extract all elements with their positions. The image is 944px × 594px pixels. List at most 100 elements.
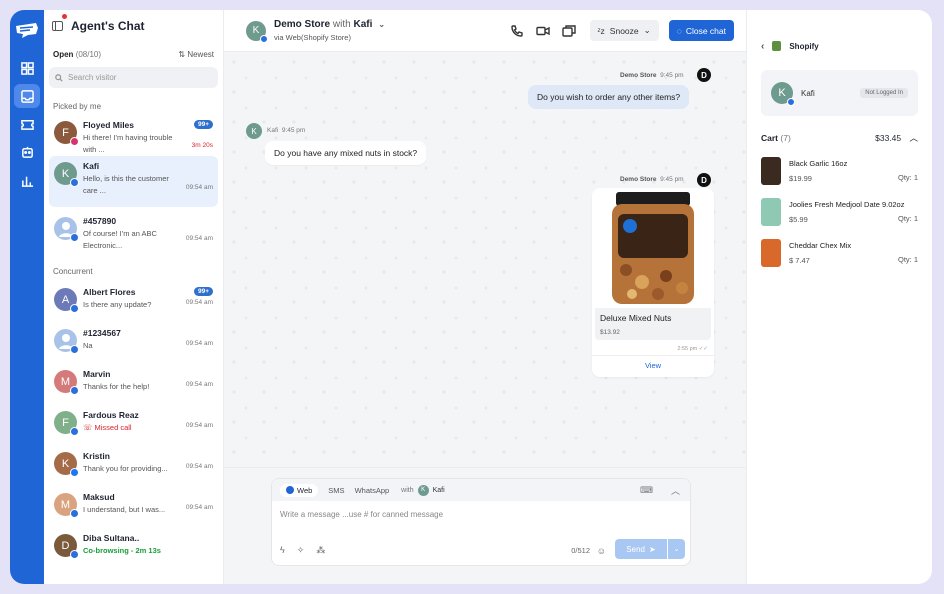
recipient: with K Kafi	[401, 484, 445, 496]
web-icon	[70, 386, 79, 395]
chat-title-block[interactable]: Demo Store with Kafi ⌄ via Web(Shopify St…	[274, 19, 385, 42]
message-composer: Web SMS WhatsApp with K Kafi ⌨ ︿ Write a m…	[271, 478, 691, 566]
product-card: Deluxe Mixed Nuts $13.92 2:55 pm ✓✓ View	[592, 188, 714, 377]
sidebar-toggle-icon[interactable]	[52, 21, 63, 31]
conversation-item-selected[interactable]: K Kafi Hello, is this the customer care …	[49, 156, 218, 207]
nav-reports-button[interactable]	[14, 168, 40, 192]
section-concurrent-label: Concurrent	[53, 267, 93, 276]
agent-avatar: D	[697, 68, 711, 82]
phone-icon	[510, 24, 523, 37]
chevron-up-icon: ︿	[909, 133, 918, 143]
web-icon	[70, 427, 79, 436]
message-input[interactable]: Write a message ...use # for canned mess…	[272, 501, 690, 528]
conversation-item[interactable]: A Albert Flores Is there any update? 99+…	[49, 282, 218, 323]
web-icon	[260, 34, 268, 43]
conversation-item[interactable]: M Maksud I understand, but I was... 09:5…	[49, 487, 218, 528]
avatar	[54, 217, 79, 242]
sparkle-icon[interactable]: ✧	[297, 545, 305, 556]
agent-avatar: D	[697, 173, 711, 187]
emoji-icon[interactable]: ☺	[597, 546, 606, 556]
web-icon	[70, 345, 79, 354]
conversation-item[interactable]: M Marvin Thanks for the help! 09:54 am	[49, 364, 218, 405]
section-picked-label: Picked by me	[53, 102, 102, 111]
send-button[interactable]: Send ➤	[615, 539, 667, 559]
avatar: D	[54, 534, 79, 559]
chat-header: K Demo Store with Kafi ⌄ via Web(Shopify …	[224, 10, 746, 52]
chevron-down-icon: ⌄	[673, 546, 680, 553]
product-thumbnail	[761, 238, 781, 267]
chevron-up-icon[interactable]: ︿	[671, 484, 680, 497]
brand-logo-icon	[16, 23, 38, 38]
avatar: K	[771, 82, 795, 106]
conversation-item[interactable]: F Fardous Reaz ☏ Missed call 09:54 am	[49, 405, 218, 446]
inbox-icon	[20, 89, 34, 103]
avatar: K	[246, 20, 268, 43]
visitor-info-panel: ‹ Shopify K Kafi Not Logged In Cart (7) …	[746, 10, 932, 584]
chat-check-icon: ◌	[676, 25, 682, 36]
unread-badge: 99+	[193, 120, 213, 129]
search-icon	[55, 73, 63, 82]
ticket-icon	[20, 119, 34, 130]
lightning-icon[interactable]: ϟ	[280, 545, 285, 556]
double-check-icon: ✓✓	[698, 346, 708, 352]
panel-header: ‹ Shopify	[761, 40, 819, 52]
windows-icon	[561, 24, 576, 37]
char-counter: 0/512	[571, 546, 590, 555]
web-icon	[70, 304, 79, 313]
snooze-button[interactable]: ᶻz Snooze ⌄	[589, 20, 659, 41]
nav-inbox-button[interactable]	[14, 84, 40, 108]
globe-icon	[286, 486, 294, 494]
cart-header[interactable]: Cart (7) $33.45 ︿	[761, 132, 918, 144]
unread-badge: 99+	[193, 287, 213, 296]
close-chat-button[interactable]: ◌ Close chat	[668, 20, 734, 41]
conversation-item[interactable]: F Floyed Miles Hi there! I'm having trou…	[49, 115, 218, 156]
web-icon	[70, 178, 79, 187]
composer-tools: ϟ ✧ ⁂	[280, 545, 325, 556]
send-options-button[interactable]: ⌄	[668, 539, 685, 559]
back-chevron-icon[interactable]: ‹	[761, 41, 764, 52]
web-icon	[787, 98, 795, 106]
avatar: K	[54, 162, 79, 187]
open-filter[interactable]: Open (08/10)	[53, 50, 101, 59]
magic-wand-icon[interactable]: ⁂	[316, 545, 325, 556]
tab-sms[interactable]: SMS	[328, 486, 344, 495]
cobrowse-button[interactable]	[561, 24, 576, 38]
nav-bot-button[interactable]	[14, 140, 40, 164]
message-meta: Demo Store 9:45 pm	[620, 176, 684, 183]
filter-row: Open (08/10) ⇅ Newest	[44, 42, 223, 63]
product-thumbnail	[761, 156, 781, 185]
phone-call-button[interactable]	[510, 24, 524, 38]
web-icon	[70, 550, 79, 559]
conversation-item[interactable]: #1234567 Na 09:54 am	[49, 323, 218, 364]
grid-icon	[20, 61, 34, 75]
message-meta: Demo Store 9:45 pm	[620, 72, 684, 79]
conversation-item[interactable]: K Kristin Thank you for providing... 09:…	[49, 446, 218, 487]
search-input[interactable]: Search visitor	[49, 67, 218, 88]
mixed-nuts-jar-icon	[612, 192, 694, 304]
cart-item: Cheddar Chex Mix $ 7.47 Qty: 1	[761, 232, 918, 273]
cart-items: Black Garlic 16oz $19.99 Qty: 1 Joolies F…	[761, 150, 918, 273]
login-status-badge: Not Logged In	[860, 88, 908, 98]
conversation-item[interactable]: #457890 Of course! I'm an ABC Electronic…	[49, 207, 218, 265]
composer-area: Web SMS WhatsApp with K Kafi ⌨ ︿ Write a m…	[224, 467, 746, 584]
missed-call-icon: ☏	[83, 423, 93, 432]
sort-newest-button[interactable]: ⇅ Newest	[178, 50, 214, 59]
bot-icon	[21, 146, 33, 158]
video-call-button[interactable]	[535, 24, 550, 38]
tab-web[interactable]: Web	[280, 483, 319, 497]
tab-whatsapp[interactable]: WhatsApp	[355, 486, 390, 495]
nav-tickets-button[interactable]	[14, 112, 40, 136]
outgoing-message: Do you wish to order any other items?	[528, 85, 690, 109]
conversation-item[interactable]: D Diba Sultana.. Co-browsing - 2m 13s	[49, 528, 218, 569]
avatar	[54, 329, 79, 354]
message-meta: Kafi 9:45 pm	[267, 127, 306, 134]
keyboard-icon[interactable]: ⌨	[640, 485, 653, 496]
view-product-button[interactable]: View	[592, 355, 714, 377]
conversation-list-panel: Agent's Chat Open (08/10) ⇅ Newest Searc…	[44, 10, 224, 584]
chevron-down-icon: ⌄	[643, 25, 651, 35]
cart-item: Black Garlic 16oz $19.99 Qty: 1	[761, 150, 918, 191]
avatar: M	[54, 370, 79, 395]
product-thumbnail	[761, 197, 781, 226]
nav-dashboard-button[interactable]	[14, 56, 40, 80]
chat-panel: K Demo Store with Kafi ⌄ via Web(Shopify …	[224, 10, 746, 584]
